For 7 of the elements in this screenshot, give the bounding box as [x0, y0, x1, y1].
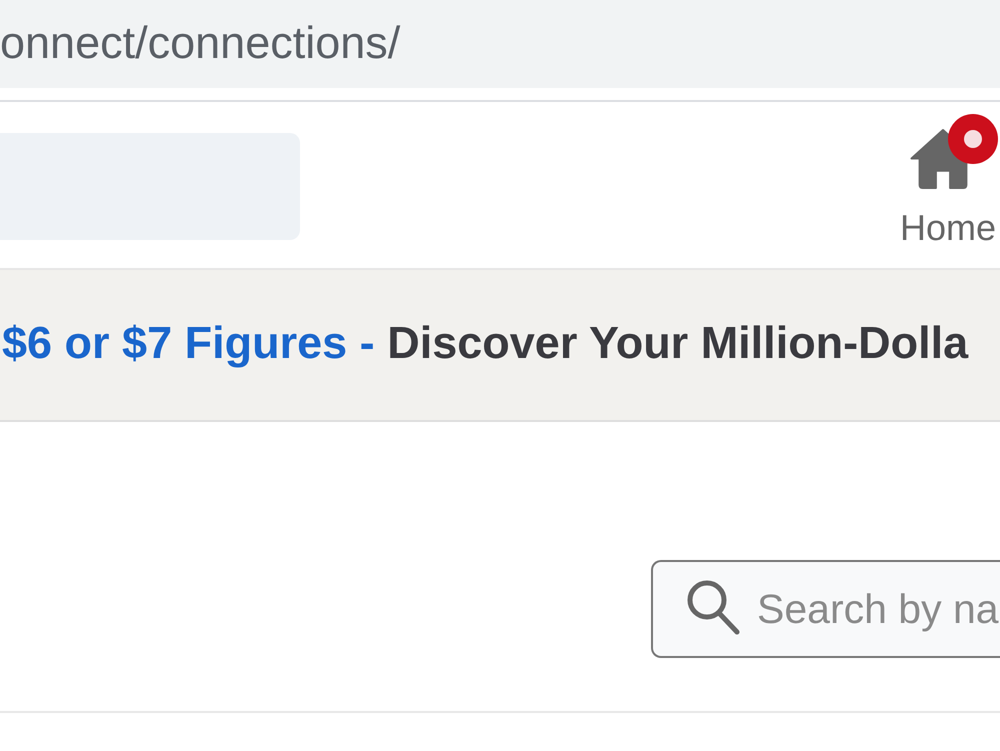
search-icon	[685, 578, 741, 636]
search-field[interactable]: Search by na	[651, 560, 1000, 658]
banner-link[interactable]: $6 or $7 Figures -	[2, 317, 375, 369]
url-text: onnect/connections/	[0, 20, 400, 64]
address-bar[interactable]: onnect/connections/	[0, 0, 1000, 88]
banner-headline: Discover Your Million-Dolla	[387, 317, 968, 369]
nav-item[interactable]: Home	[898, 114, 998, 246]
